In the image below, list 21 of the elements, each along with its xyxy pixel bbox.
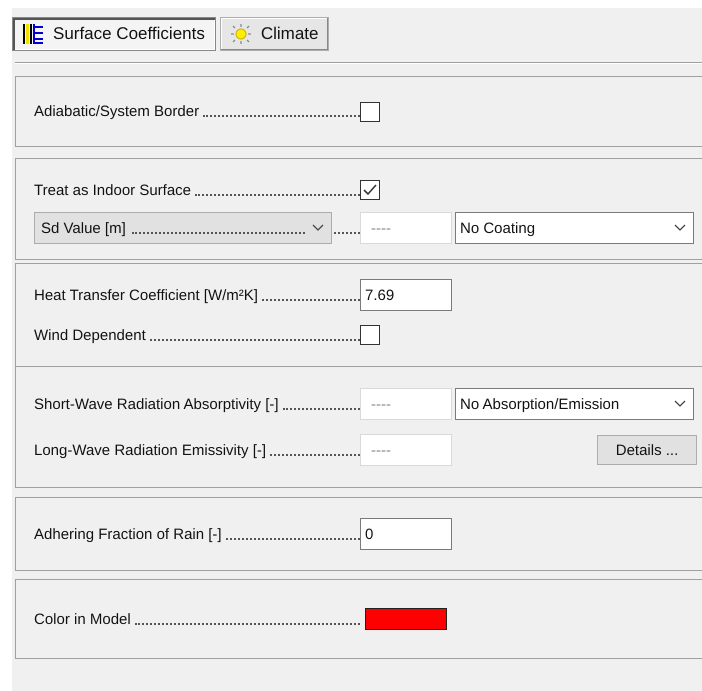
sun-icon — [228, 23, 253, 45]
tab[interactable]: Climate — [220, 17, 330, 51]
field-label: Adhering Fraction of Rain [-] — [34, 526, 223, 542]
chevron-down-icon — [673, 399, 687, 409]
field-label: Heat Transfer Coefficient [W/m²K] — [34, 286, 259, 304]
checkbox[interactable] — [360, 325, 380, 345]
field-label: Wind Dependent — [34, 326, 147, 344]
field-label: Long-Wave Radiation Emissivity [-] — [34, 442, 268, 458]
field-label: Color in Model — [34, 610, 132, 628]
field-label: Short-Wave Radiation Absorptivity [-] — [34, 396, 280, 412]
input-field[interactable]: 7.69 — [360, 279, 452, 311]
field-label: Adiabatic/System Border — [34, 103, 200, 120]
chevron-down-icon — [673, 223, 687, 233]
chevron-down-icon — [311, 223, 325, 233]
checkbox[interactable] — [360, 102, 380, 122]
checkbox[interactable] — [360, 180, 380, 200]
wall-layers-icon — [21, 23, 45, 45]
field-label: Treat as Indoor Surface — [34, 182, 192, 198]
tab[interactable]: Surface Coefficients — [12, 17, 216, 51]
input-field[interactable]: 0 — [360, 518, 452, 550]
color-swatch[interactable] — [365, 608, 447, 630]
